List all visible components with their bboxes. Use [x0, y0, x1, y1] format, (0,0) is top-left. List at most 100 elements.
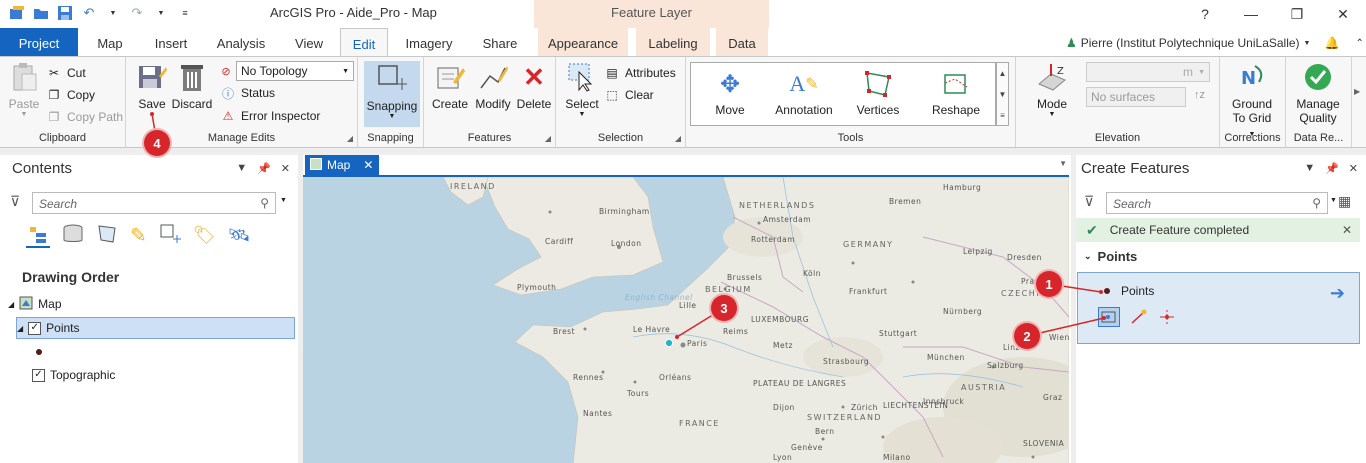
select-button[interactable]: Select ▼ — [560, 61, 604, 118]
feature-template-points[interactable]: Points ➔ — [1077, 272, 1360, 344]
ribbon-scroll-arrow[interactable]: ▶ — [1354, 87, 1360, 96]
features-launcher-icon[interactable]: ◢ — [545, 134, 551, 143]
tab-map[interactable]: Map — [86, 28, 134, 56]
tab-appearance[interactable]: Appearance — [538, 28, 628, 56]
tab-insert[interactable]: Insert — [144, 28, 198, 56]
cf-filter-icon[interactable]: ⊽ — [1084, 193, 1094, 210]
modify-button[interactable]: Modify — [471, 61, 515, 111]
list-by-labeling-icon[interactable]: 🏷 — [193, 225, 216, 246]
customize-qat-icon[interactable]: ≡ — [176, 4, 194, 22]
error-inspector-button[interactable]: ⚠ Error Inspector — [220, 106, 321, 126]
filter-icon[interactable]: ⊽ — [10, 193, 20, 210]
redo-dropdown-icon[interactable]: ▼ — [152, 4, 170, 22]
list-perspective-imagery-icon[interactable]: 🛰 — [228, 225, 251, 246]
search-icon: ⚲ — [260, 196, 269, 210]
layer-row-points[interactable]: ◢ ✓ Points — [16, 317, 295, 339]
tab-analysis[interactable]: Analysis — [208, 28, 274, 56]
map-view-tab[interactable]: Map ✕ — [305, 155, 379, 175]
help-icon[interactable]: ? — [1182, 0, 1228, 28]
list-by-snapping-icon[interactable] — [159, 223, 181, 248]
tools-gallery-scroll[interactable]: ▲ ▼ ≡ — [996, 62, 1009, 126]
topology-dropdown[interactable]: No Topology ▼ — [236, 61, 354, 81]
tab-view[interactable]: View — [284, 28, 334, 56]
tab-imagery[interactable]: Imagery — [396, 28, 462, 56]
tab-data[interactable]: Data — [716, 28, 768, 56]
template-group-header[interactable]: ⌄ Points — [1084, 249, 1137, 264]
layer-visibility-checkbox-points[interactable]: ✓ — [28, 321, 42, 335]
list-by-selection-icon[interactable] — [96, 223, 118, 248]
create-button[interactable]: Create — [428, 61, 472, 111]
undo-icon[interactable]: ↶ — [80, 4, 98, 22]
delete-button[interactable]: ✕ Delete — [512, 61, 556, 112]
tool-annotation-label: Annotation — [775, 103, 833, 117]
map-view-menu-icon[interactable]: ▼ — [1059, 159, 1067, 168]
collapse-map-icon[interactable]: ◢ — [8, 300, 14, 309]
cf-pane-menu-icon[interactable]: ▼ — [1304, 162, 1315, 175]
restore-button[interactable]: ❐ — [1274, 0, 1320, 28]
tool-move[interactable]: ✥ Move — [693, 69, 767, 118]
manage-templates-icon[interactable]: ▦ — [1338, 193, 1351, 210]
cut-button[interactable]: ✂ Cut — [46, 63, 86, 83]
layer-row-topographic[interactable]: ✓ Topographic — [32, 364, 115, 386]
undo-dropdown-icon[interactable]: ▼ — [104, 4, 122, 22]
elevation-value-field[interactable]: m ▼ — [1086, 62, 1210, 82]
pin-icon[interactable]: 📌 — [257, 162, 271, 175]
tool-reshape[interactable]: Reshape — [919, 69, 993, 117]
map-canvas[interactable]: IRELAND NETHERLANDS GERMANY BELGIUM CZEC… — [303, 175, 1069, 463]
minimize-button[interactable]: — — [1228, 0, 1274, 28]
list-by-drawing-order-icon[interactable] — [26, 224, 50, 248]
contents-search-input[interactable]: Search ⚲ — [32, 192, 276, 214]
snapping-button[interactable]: Snapping ▼ — [364, 61, 420, 127]
cf-search-input[interactable]: Search ⚲ — [1106, 192, 1328, 214]
attributes-button[interactable]: ▤ Attributes — [604, 63, 675, 83]
tab-edit[interactable]: Edit — [340, 28, 388, 57]
cf-pin-icon[interactable]: 📌 — [1325, 162, 1339, 175]
clear-selection-button[interactable]: ⬚ Clear — [604, 85, 653, 105]
tool-annotation[interactable]: A ✎ Annotation — [767, 69, 841, 117]
open-folder-icon[interactable] — [32, 4, 50, 22]
map-tab-close-icon[interactable]: ✕ — [363, 158, 373, 172]
discard-edits-button[interactable]: Discard — [170, 61, 214, 111]
tab-labeling[interactable]: Labeling — [636, 28, 710, 56]
tab-project[interactable]: Project — [0, 28, 78, 56]
redo-icon[interactable]: ↷ — [128, 4, 146, 22]
collapse-points-icon[interactable]: ◢ — [17, 324, 23, 333]
quick-access-toolbar: ↶ ▼ ↷ ▼ ≡ — [8, 4, 194, 22]
copy-button[interactable]: ❐ Copy — [46, 85, 95, 105]
points-along-line-icon[interactable] — [1158, 309, 1176, 328]
points-symbol-icon — [36, 349, 42, 355]
list-by-editing-icon[interactable]: ✎ — [130, 223, 147, 248]
manage-edits-launcher-icon[interactable]: ◢ — [347, 134, 353, 143]
user-account[interactable]: ♟ Pierre (Institut Polytechnique UniLaSa… — [1066, 36, 1364, 50]
notification-bell-icon[interactable]: 🔔 — [1324, 36, 1339, 50]
save-project-icon[interactable] — [56, 4, 74, 22]
cf-pane-close-icon[interactable]: ✕ — [1349, 162, 1358, 175]
point-at-end-of-line-icon[interactable] — [1130, 309, 1148, 328]
ground-to-grid-icon: N — [1236, 61, 1268, 93]
new-project-icon[interactable] — [8, 4, 26, 22]
dismiss-message-icon[interactable]: ✕ — [1342, 223, 1352, 237]
save-edits-button[interactable]: Save — [130, 61, 174, 111]
ground-to-grid-button[interactable]: N Ground To Grid ▼ — [1230, 61, 1274, 139]
tool-vertices[interactable]: Vertices — [841, 69, 915, 117]
list-by-data-source-icon[interactable] — [62, 223, 84, 248]
ribbon-collapse-icon[interactable]: ⌃ — [1355, 38, 1363, 49]
pane-close-icon[interactable]: ✕ — [281, 162, 290, 175]
contents-pane-controls: ▼ 📌 ✕ — [236, 162, 290, 175]
paste-button[interactable]: Paste ▼ — [2, 61, 46, 118]
active-template-arrow-icon[interactable]: ➔ — [1330, 283, 1345, 304]
manage-quality-button[interactable]: Manage Quality — [1296, 61, 1340, 125]
elevation-mode-button[interactable]: Z Mode ▼ — [1030, 61, 1074, 118]
tab-share[interactable]: Share — [472, 28, 528, 56]
cf-search-options-icon[interactable]: ▼ — [1330, 197, 1337, 204]
map-tree-row[interactable]: ◢ Map — [8, 293, 62, 315]
close-button[interactable]: ✕ — [1320, 0, 1366, 28]
point-tool-icon[interactable] — [1098, 307, 1120, 327]
layer-visibility-checkbox-topographic[interactable]: ✓ — [32, 368, 45, 382]
copy-path-button[interactable]: ❐ Copy Path — [46, 107, 123, 127]
elevation-surface-dropdown[interactable]: No surfaces — [1086, 87, 1186, 107]
pane-menu-icon[interactable]: ▼ — [236, 162, 247, 175]
status-button[interactable]: ⓘ Status — [220, 83, 275, 103]
search-options-icon[interactable]: ▼ — [280, 197, 287, 204]
selection-launcher-icon[interactable]: ◢ — [675, 134, 681, 143]
